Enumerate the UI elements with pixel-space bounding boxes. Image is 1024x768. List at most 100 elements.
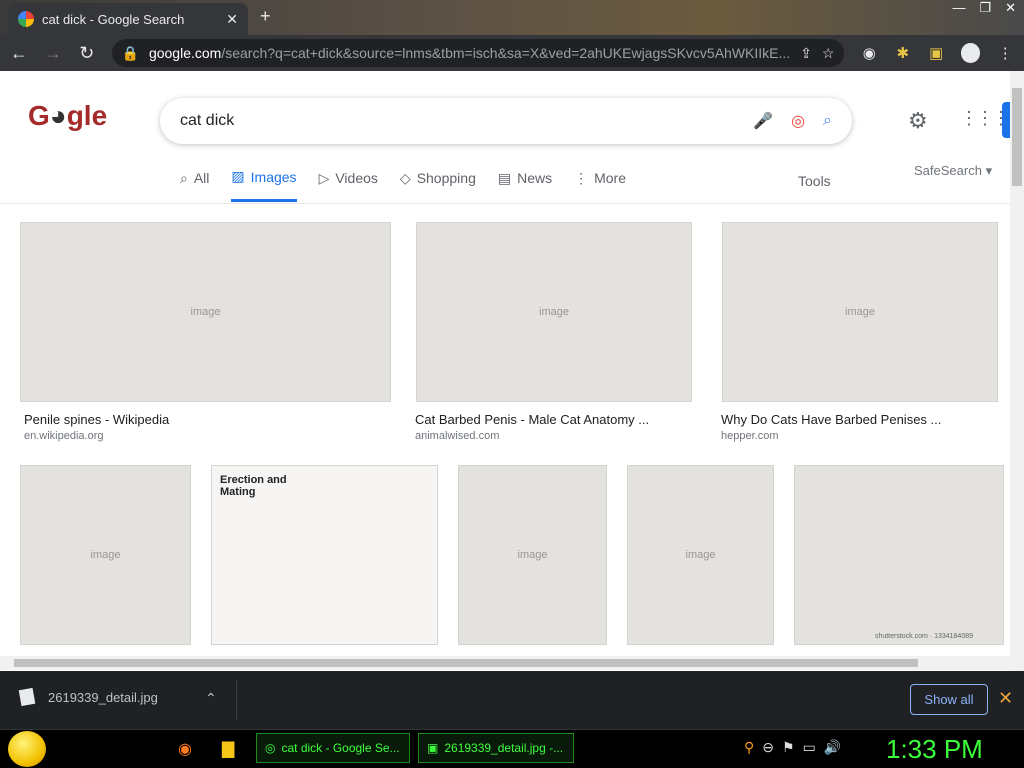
start-button[interactable] [8,731,46,767]
tab-news[interactable]: ▤ News [498,168,552,202]
tab-title: cat dick - Google Search [42,11,185,27]
system-tray: ⚲ ⊖ ⚑ ▭ 🔊 [744,739,841,756]
result-caption[interactable]: Why Do Cats Have Barbed Penises ... [721,412,941,427]
image-placeholder-label: image [90,549,121,561]
result-image[interactable]: image [20,465,191,645]
minimize-icon[interactable]: — [952,0,965,16]
result-image[interactable]: image [627,465,774,645]
task-label: cat dick - Google Se... [281,741,400,755]
minus-circle-icon[interactable]: ⊖ [762,739,774,756]
bookmark-star-icon[interactable]: ☆ [822,45,835,62]
safesearch-button[interactable]: SafeSearch ▾ [914,163,992,179]
share-icon[interactable]: ⇪ [800,45,812,62]
download-item[interactable]: 2619339_detail.jpg [18,687,158,707]
window-controls: — ❐ ✕ [952,0,1016,16]
menu-kebab-icon[interactable]: ⋮ [996,44,1014,62]
image-placeholder-label: image [517,549,548,561]
image-icon: ▨ [231,168,245,184]
voice-search-icon[interactable]: 🎤 [753,111,773,131]
result-caption[interactable]: Penile spines - Wikipedia [24,412,169,427]
diagram-title: Erection and Mating [220,474,287,498]
volume-icon[interactable]: 🔊 [824,739,841,756]
result-source: en.wikipedia.org [24,430,104,442]
play-icon: ▷ [318,169,330,186]
result-image[interactable]: image [416,222,692,402]
result-image[interactable]: Erection and Mating [211,465,438,645]
safesearch-label: SafeSearch [914,163,982,178]
clock: 1:33 PM [886,734,983,764]
profile-avatar-icon[interactable] [961,43,981,63]
url-host: google.com [148,45,222,61]
back-icon[interactable]: ← [10,43,28,64]
search-icon[interactable]: ⌕ [823,112,832,130]
taskbar-item-viewer[interactable]: ▣ 2619339_detail.jpg -... [418,733,574,763]
search-tabs: ⌕ All ▨ Images ▷ Videos ◇ Shopping ▤ News ⋮ Mo… [180,168,626,202]
search-tray-icon[interactable]: ⚲ [744,739,754,756]
stock-watermark: shutterstock.com · 1334184089 [874,633,973,640]
vertical-scroll-thumb[interactable] [1012,88,1022,186]
sidepanel-icon[interactable]: ▣ [928,44,946,62]
tab-label: More [594,170,627,186]
horizontal-scroll-thumb[interactable] [14,659,918,667]
news-icon: ▤ [497,169,512,186]
tab-all[interactable]: ⌕ All [180,168,209,202]
result-source: animalwised.com [415,430,500,442]
task-label: 2619339_detail.jpg -... [444,741,564,755]
new-tab-icon[interactable]: + [260,6,271,27]
close-window-icon[interactable]: ✕ [1005,0,1016,16]
flag-icon[interactable]: ⚑ [782,739,795,756]
result-image[interactable]: image [722,222,998,402]
extension-flag-icon[interactable]: ◉ [860,44,878,62]
tab-more[interactable]: ⋮ More [574,168,626,202]
tab-label: Images [250,168,297,185]
folder-icon[interactable]: ▇ [222,739,234,759]
download-filename: 2619339_detail.jpg [48,689,158,705]
result-source: hepper.com [721,430,779,442]
caret-down-icon: ▾ [985,163,993,178]
lens-camera-icon[interactable]: ◎ [791,111,805,131]
tab-shopping[interactable]: ◇ Shopping [400,168,476,202]
result-image[interactable]: image [20,222,391,402]
close-icon[interactable]: ✕ [998,688,1013,709]
chevron-up-icon[interactable]: ⌃ [205,690,217,707]
chrome-icon: ◎ [265,741,276,755]
apps-grid-icon[interactable]: ⋮⋮⋮ [960,108,1010,129]
result-caption[interactable]: Cat Barbed Penis - Male Cat Anatomy ... [415,412,649,427]
reload-icon[interactable]: ↻ [78,43,96,64]
image-placeholder-label: image [845,306,875,318]
maximize-icon[interactable]: ❐ [979,0,991,16]
url-path: /search?q=cat+dick&source=lnms&tbm=isch&… [221,45,791,61]
more-dots-icon: ⋮ [574,169,589,186]
network-icon[interactable]: ▭ [803,739,816,756]
tab-label: News [517,170,553,186]
image-placeholder-label: image [539,306,569,318]
tab-label: All [193,170,210,186]
forward-icon[interactable]: → [44,43,62,64]
search-box[interactable]: cat dick 🎤 ◎ ⌕ [160,98,852,144]
lock-icon: 🔒 [121,44,139,61]
tab-videos[interactable]: ▷ Videos [319,168,378,202]
taskbar-item-chrome[interactable]: ◎ cat dick - Google Se... [256,733,410,763]
show-all-button[interactable]: Show all [910,684,988,715]
image-placeholder-label: image [685,549,716,561]
search-input[interactable]: cat dick [180,112,735,130]
tab-images[interactable]: ▨ Images [231,168,297,202]
browser-tab[interactable]: cat dick - Google Search ✕ [8,3,248,35]
close-tab-icon[interactable]: ✕ [226,11,238,28]
extensions-puzzle-icon[interactable]: ✱ [894,44,912,62]
firefox-icon[interactable]: ◉ [178,739,192,759]
tab-label: Videos [335,170,378,186]
image-placeholder-label: image [190,306,221,318]
settings-gear-icon[interactable]: ⚙ [908,108,928,134]
tab-label: Shopping [416,170,476,186]
search-icon: ⌕ [180,169,188,186]
google-favicon-icon [18,11,34,27]
file-icon [18,687,36,707]
tools-button[interactable]: Tools [798,173,831,189]
browser-toolbar: ← → ↻ 🔒 google.com/search?q=cat+dick&sou… [0,35,1024,71]
divider [236,680,237,720]
google-logo[interactable]: G◕gle [28,100,107,132]
address-bar[interactable]: 🔒 google.com/search?q=cat+dick&source=ln… [111,39,845,67]
result-image[interactable]: shutterstock.com · 1334184089 [794,465,1004,645]
result-image[interactable]: image [458,465,607,645]
